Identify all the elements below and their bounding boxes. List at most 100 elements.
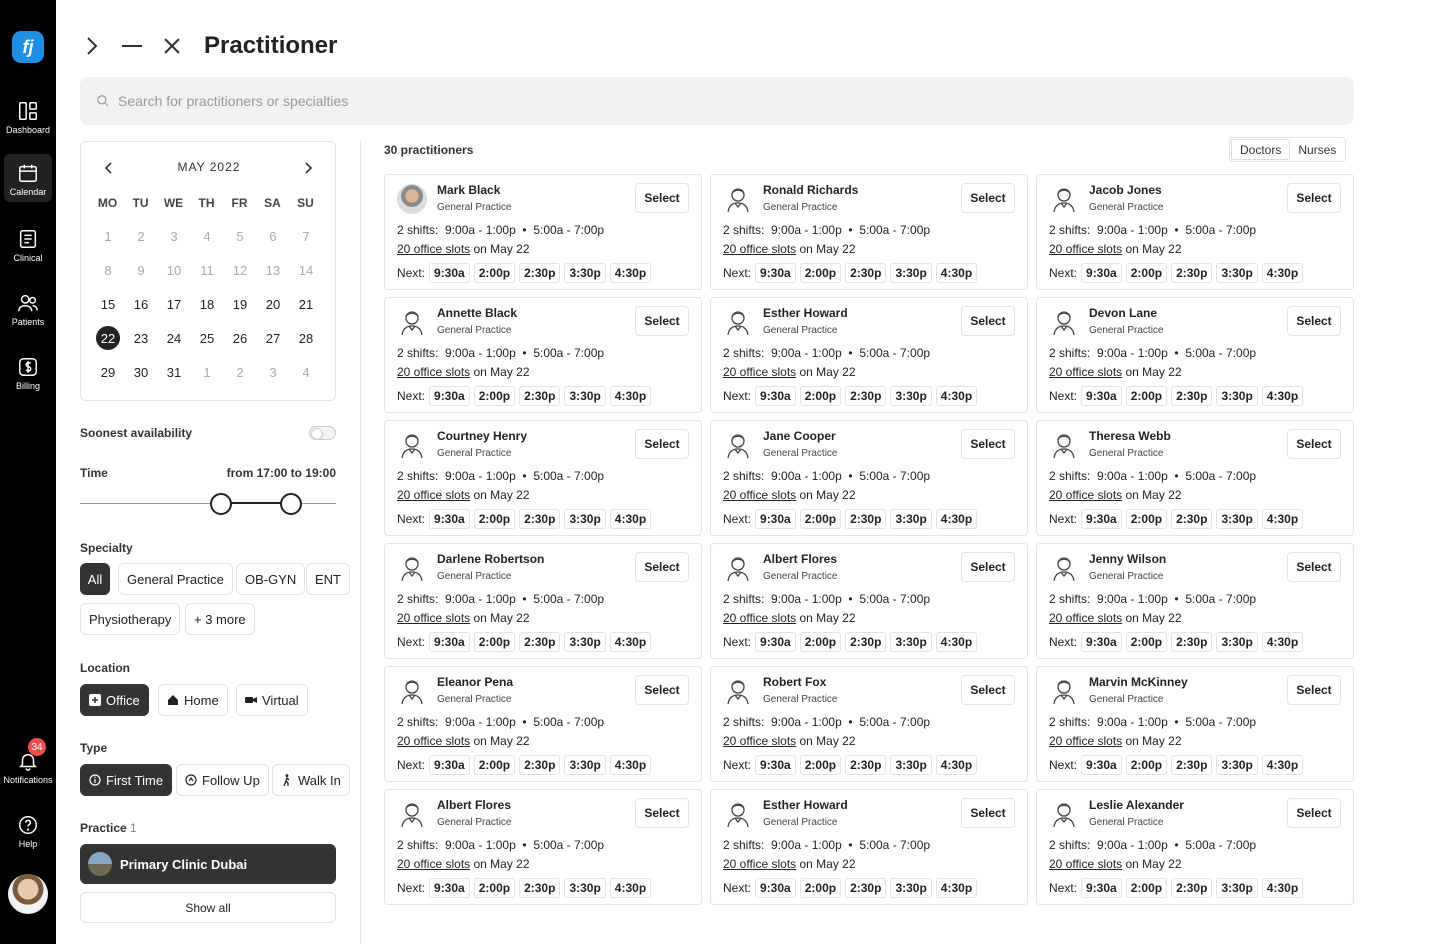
calendar-day[interactable]: 11: [195, 258, 219, 282]
time-slot[interactable]: 2:30p: [845, 386, 887, 406]
select-button[interactable]: Select: [961, 798, 1015, 828]
practitioner-card[interactable]: Albert Flores General Practice Select 2 shi…: [710, 543, 1028, 659]
specialty-chip-all[interactable]: All: [80, 563, 110, 595]
calendar-day[interactable]: 25: [195, 326, 219, 350]
time-slot[interactable]: 9:30a: [1081, 509, 1122, 529]
time-slot[interactable]: 2:00p: [799, 386, 842, 406]
select-button[interactable]: Select: [961, 429, 1015, 459]
time-slot[interactable]: 9:30a: [1081, 263, 1122, 283]
office-slots-link[interactable]: 20 office slots: [723, 857, 796, 871]
calendar-day[interactable]: 4: [294, 360, 318, 384]
time-slot[interactable]: 2:30p: [519, 878, 561, 898]
calendar-day[interactable]: 7: [294, 224, 318, 248]
time-slot[interactable]: 4:30p: [935, 386, 978, 406]
time-slot[interactable]: 3:30p: [564, 632, 606, 652]
time-slot[interactable]: 9:30a: [429, 509, 470, 529]
time-slot[interactable]: 4:30p: [609, 509, 652, 529]
time-slot[interactable]: 2:00p: [1125, 509, 1168, 529]
time-slot[interactable]: 4:30p: [1261, 632, 1304, 652]
time-slot[interactable]: 2:30p: [1171, 509, 1213, 529]
calendar-day[interactable]: 31: [162, 360, 186, 384]
office-slots-link[interactable]: 20 office slots: [723, 488, 796, 502]
office-slots-link[interactable]: 20 office slots: [397, 734, 470, 748]
select-button[interactable]: Select: [635, 429, 689, 459]
specialty-chip-more[interactable]: + 3 more: [185, 603, 255, 635]
time-slot[interactable]: 3:30p: [890, 878, 932, 898]
time-slot[interactable]: 4:30p: [609, 755, 652, 775]
time-slot[interactable]: 3:30p: [1216, 386, 1258, 406]
office-slots-link[interactable]: 20 office slots: [397, 365, 470, 379]
time-slot[interactable]: 4:30p: [609, 263, 652, 283]
time-slot[interactable]: 2:30p: [1171, 755, 1213, 775]
time-slot[interactable]: 3:30p: [1216, 755, 1258, 775]
time-slot[interactable]: 9:30a: [755, 263, 796, 283]
time-slot[interactable]: 4:30p: [935, 632, 978, 652]
time-slot[interactable]: 3:30p: [890, 509, 932, 529]
time-slot[interactable]: 4:30p: [609, 386, 652, 406]
office-slots-link[interactable]: 20 office slots: [1049, 857, 1122, 871]
location-chip-home[interactable]: Home: [158, 684, 228, 716]
practitioner-card[interactable]: Albert Flores General Practice Select 2 shi…: [384, 789, 702, 905]
type-chip-first-time[interactable]: First Time: [80, 764, 173, 796]
time-slot[interactable]: 3:30p: [1216, 632, 1258, 652]
practitioner-card[interactable]: Courtney Henry General Practice Select 2 sh…: [384, 420, 702, 536]
time-slot[interactable]: 9:30a: [429, 878, 470, 898]
show-all-button[interactable]: Show all: [80, 892, 336, 923]
practitioner-card[interactable]: Jenny Wilson General Practice Select 2 shif…: [1036, 543, 1354, 659]
time-slot[interactable]: 2:30p: [519, 509, 561, 529]
select-button[interactable]: Select: [1287, 552, 1341, 582]
calendar-day[interactable]: 1: [96, 224, 120, 248]
select-button[interactable]: Select: [1287, 306, 1341, 336]
nav-item-clinical[interactable]: Clinical: [4, 220, 52, 268]
time-slot[interactable]: 2:00p: [1125, 263, 1168, 283]
tab-nurses[interactable]: Nurses: [1290, 139, 1344, 160]
calendar-day[interactable]: 30: [129, 360, 153, 384]
time-slot[interactable]: 2:00p: [473, 509, 516, 529]
time-slot[interactable]: 2:00p: [799, 755, 842, 775]
time-slot[interactable]: 2:00p: [473, 632, 516, 652]
time-slot[interactable]: 3:30p: [564, 509, 606, 529]
time-slot[interactable]: 2:00p: [473, 878, 516, 898]
time-slot[interactable]: 2:00p: [799, 632, 842, 652]
time-slot[interactable]: 3:30p: [890, 263, 932, 283]
time-slot[interactable]: 3:30p: [1216, 509, 1258, 529]
time-slot[interactable]: 2:30p: [1171, 386, 1213, 406]
nav-item-dashboard[interactable]: Dashboard: [4, 92, 52, 140]
calendar-day[interactable]: 6: [261, 224, 285, 248]
time-slot[interactable]: 3:30p: [564, 386, 606, 406]
practitioner-card[interactable]: Darlene Robertson General Practice Select 2…: [384, 543, 702, 659]
calendar-day[interactable]: 14: [294, 258, 318, 282]
office-slots-link[interactable]: 20 office slots: [397, 242, 470, 256]
nav-item-calendar[interactable]: Calendar: [4, 154, 52, 202]
time-slot[interactable]: 9:30a: [429, 386, 470, 406]
time-slot[interactable]: 9:30a: [755, 632, 796, 652]
calendar-day[interactable]: 3: [261, 360, 285, 384]
time-slot[interactable]: 2:00p: [799, 878, 842, 898]
time-slot[interactable]: 2:00p: [473, 263, 516, 283]
time-slot[interactable]: 2:30p: [845, 755, 887, 775]
time-slot[interactable]: 2:00p: [1125, 632, 1168, 652]
search-bar[interactable]: [80, 77, 1354, 125]
soonest-toggle[interactable]: [309, 426, 336, 440]
user-avatar[interactable]: [8, 874, 48, 914]
practitioner-card[interactable]: Annette Black General Practice Select 2 shi…: [384, 297, 702, 413]
select-button[interactable]: Select: [635, 552, 689, 582]
select-button[interactable]: Select: [635, 798, 689, 828]
office-slots-link[interactable]: 20 office slots: [397, 611, 470, 625]
calendar-day[interactable]: 2: [228, 360, 252, 384]
practitioner-card[interactable]: Theresa Webb General Practice Select 2 shif…: [1036, 420, 1354, 536]
office-slots-link[interactable]: 20 office slots: [1049, 488, 1122, 502]
select-button[interactable]: Select: [1287, 429, 1341, 459]
time-slot[interactable]: 3:30p: [564, 263, 606, 283]
select-button[interactable]: Select: [1287, 675, 1341, 705]
specialty-chip-ob-gyn[interactable]: OB-GYN: [236, 563, 306, 595]
practitioner-card[interactable]: Jacob Jones General Practice Select 2 shift…: [1036, 174, 1354, 290]
calendar-day[interactable]: 24: [162, 326, 186, 350]
time-slot[interactable]: 9:30a: [429, 632, 470, 652]
select-button[interactable]: Select: [1287, 183, 1341, 213]
nav-item-notifications[interactable]: 34 Notifications: [3, 738, 53, 790]
specialty-chip-general-practice[interactable]: General Practice: [118, 563, 233, 595]
time-slot[interactable]: 4:30p: [935, 263, 978, 283]
type-chip-follow-up[interactable]: Follow Up: [176, 764, 269, 796]
time-slot[interactable]: 2:00p: [1125, 386, 1168, 406]
